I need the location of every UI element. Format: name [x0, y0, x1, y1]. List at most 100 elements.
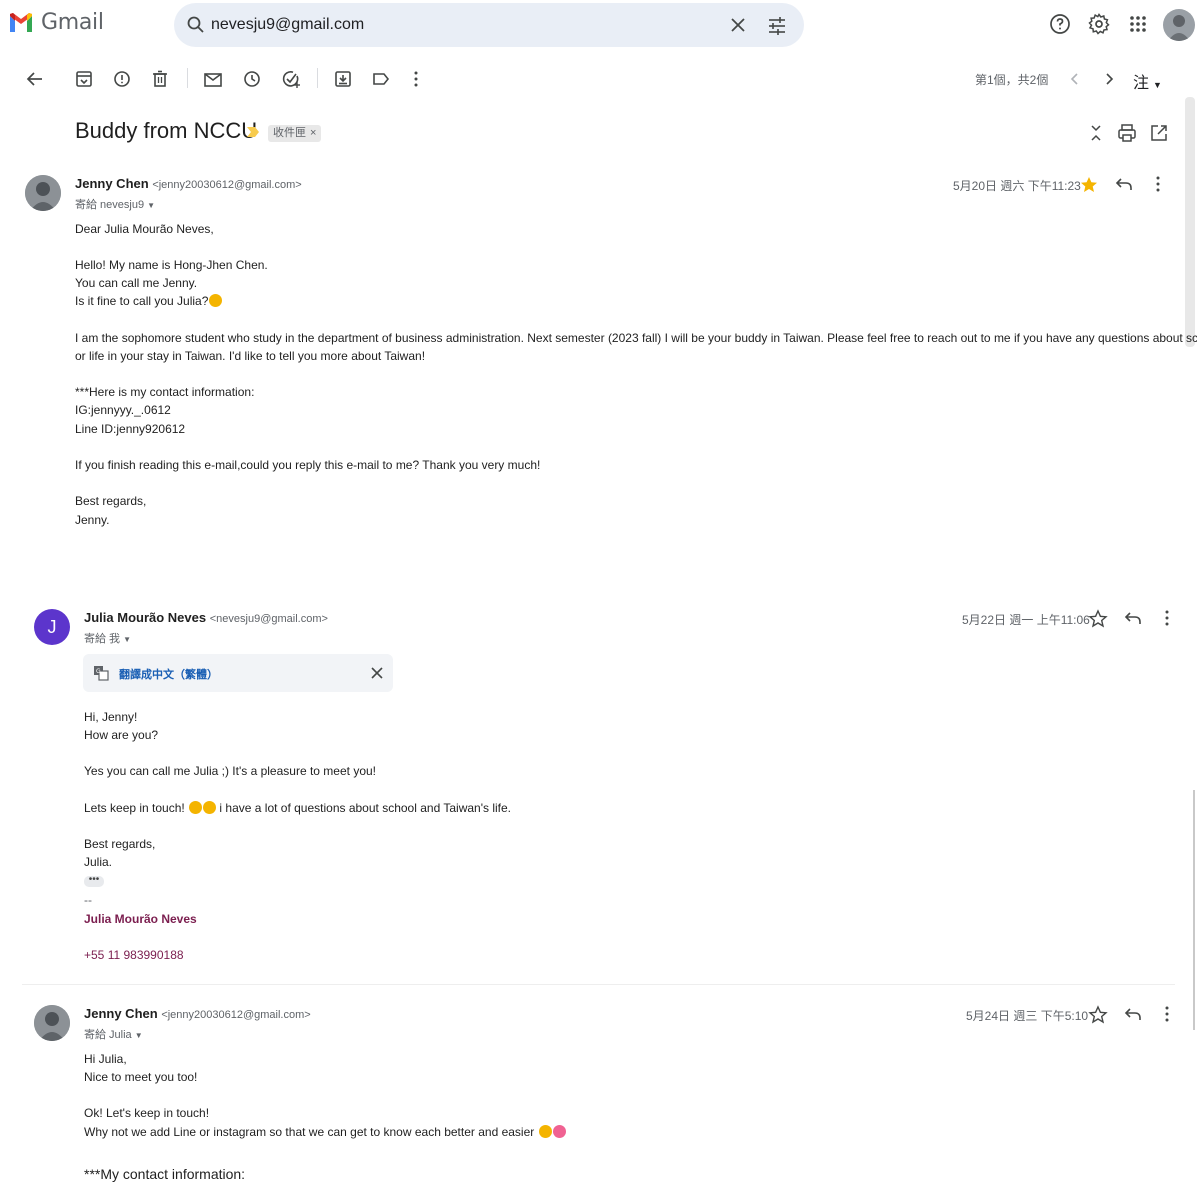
sender-avatar[interactable] — [25, 175, 61, 211]
remove-label-icon[interactable]: × — [310, 127, 316, 139]
more-vertical-icon[interactable] — [1157, 608, 1177, 628]
body-line: Dear Julia Mourão Neves, — [75, 222, 214, 236]
reply-icon[interactable] — [1114, 174, 1134, 194]
more-vertical-icon[interactable] — [405, 68, 427, 90]
help-icon[interactable] — [1048, 12, 1072, 36]
recipient-line[interactable]: 寄給 nevesju9 ▼ — [75, 196, 155, 212]
recipient-line[interactable]: 寄給 我 ▼ — [84, 630, 131, 646]
close-icon[interactable] — [369, 665, 385, 681]
back-arrow-icon[interactable] — [24, 68, 46, 90]
body-line: Hello! My name is Hong-Jhen Chen. — [75, 258, 268, 272]
message-divider — [22, 984, 1175, 985]
body-line: Hi Julia, — [84, 1052, 127, 1066]
body-line: ***Here is my contact information: — [75, 385, 255, 399]
top-bar: Gmail — [0, 0, 1197, 52]
account-avatar[interactable] — [1163, 9, 1195, 41]
star-outline-icon[interactable] — [1088, 609, 1108, 629]
body-line: Line ID:jenny920612 — [75, 422, 186, 436]
body-text: Is it fine to call you Julia? — [75, 294, 209, 308]
delete-icon[interactable] — [149, 68, 171, 90]
account-photo-icon — [1163, 9, 1195, 41]
body-line: Jenny. — [75, 513, 110, 527]
body-line-with-emoji: Is it fine to call you Julia? — [75, 294, 223, 308]
star-outline-icon[interactable] — [1088, 1005, 1108, 1025]
open-in-new-window-icon[interactable] — [1148, 122, 1170, 144]
body-line: or life in your stay in Taiwan. I'd like… — [75, 349, 426, 363]
body-line: Ok! Let's keep in touch! — [84, 1106, 210, 1120]
search-options-icon[interactable] — [766, 15, 788, 37]
body-line: Nice to meet you too! — [84, 1070, 198, 1084]
sender-name[interactable]: Julia Mourão Neves — [84, 610, 206, 625]
search-icon[interactable] — [186, 15, 206, 35]
recipient-text: 寄給 Julia — [84, 1029, 132, 1041]
more-vertical-icon[interactable] — [1148, 174, 1168, 194]
apps-grid-icon[interactable] — [1126, 12, 1150, 36]
smile-emoji-icon — [189, 801, 203, 814]
body-line: Yes you can call me Julia ;) It's a plea… — [84, 764, 376, 778]
sender-avatar[interactable] — [34, 1005, 70, 1041]
caret-down-icon: ▼ — [1153, 80, 1162, 90]
reply-icon[interactable] — [1123, 1004, 1143, 1024]
translate-link[interactable]: 翻譯成中文（繁體） — [119, 666, 218, 682]
avatar-initial: J — [47, 617, 57, 637]
search-bar[interactable] — [174, 3, 804, 47]
recipient-line[interactable]: 寄給 Julia ▼ — [84, 1026, 143, 1042]
sender-name[interactable]: Jenny Chen — [75, 176, 149, 191]
message-date: 5月20日 週六 下午11:23 — [953, 179, 1081, 193]
snooze-clock-icon[interactable] — [241, 68, 263, 90]
smile-emoji-icon — [538, 1125, 552, 1138]
body-text: i have a lot of questions about school a… — [219, 801, 512, 815]
body-line-with-emoji: Why not we add Line or instagram so that… — [84, 1125, 566, 1139]
smile-emoji-icon — [203, 801, 217, 814]
archive-icon[interactable] — [73, 68, 95, 90]
recipient-text: 寄給 nevesju9 — [75, 199, 145, 211]
app-name: Gmail — [41, 10, 104, 35]
sender-photo-icon — [34, 1005, 70, 1041]
scrollbar[interactable] — [1185, 97, 1195, 347]
sender-line: Jenny Chen <jenny20030612@gmail.com> — [75, 176, 302, 191]
settings-gear-icon[interactable] — [1087, 12, 1111, 36]
body-line: How are you? — [84, 728, 159, 742]
mark-unread-icon[interactable] — [202, 68, 224, 90]
add-task-icon[interactable] — [280, 68, 302, 90]
show-trimmed-content-button[interactable]: ••• — [84, 875, 104, 887]
search-input[interactable] — [211, 13, 711, 37]
clear-search-icon[interactable] — [728, 15, 748, 35]
recipient-details-caret-icon[interactable]: ▼ — [147, 201, 155, 210]
recipient-text: 寄給 我 — [84, 633, 121, 645]
scrollbar-lower[interactable] — [1193, 790, 1195, 1030]
signature-phone[interactable]: +55 11 983990188 — [84, 948, 184, 962]
inbox-label-chip[interactable]: 收件匣 × — [268, 125, 322, 142]
body-line: Hi, Jenny! — [84, 710, 138, 724]
smile-emoji-icon — [209, 294, 223, 307]
message-toolbar: 第1個，共2個 注 ▼ — [0, 60, 1197, 96]
sender-email: <jenny20030612@gmail.com> — [161, 1009, 311, 1021]
reply-icon[interactable] — [1123, 608, 1143, 628]
gmail-logo[interactable]: Gmail — [8, 10, 104, 35]
sender-name[interactable]: Jenny Chen — [84, 1006, 158, 1021]
label-text: 收件匣 — [273, 127, 306, 139]
star-filled-icon[interactable] — [1079, 175, 1099, 195]
body-line-with-emoji: Lets keep in touch! i have a lot of ques… — [84, 801, 511, 815]
input-tools-button[interactable]: 注 ▼ — [1133, 69, 1162, 93]
chevron-left-icon[interactable] — [1064, 68, 1086, 90]
recipient-details-caret-icon[interactable]: ▼ — [135, 1031, 143, 1040]
signature-name: Julia Mourão Neves — [84, 912, 197, 926]
collapse-all-icon[interactable] — [1085, 122, 1107, 144]
importance-marker-icon[interactable] — [246, 126, 260, 138]
body-text: Why not we add Line or instagram so that… — [84, 1125, 535, 1139]
sender-avatar[interactable]: J — [34, 609, 70, 645]
report-spam-icon[interactable] — [111, 68, 133, 90]
translate-icon: G — [94, 666, 109, 681]
chevron-right-icon[interactable] — [1098, 68, 1120, 90]
move-to-icon[interactable] — [332, 68, 354, 90]
body-line: ***My contact information: — [84, 1166, 246, 1182]
input-tools-label: 注 — [1133, 75, 1150, 92]
label-tag-icon[interactable] — [370, 68, 392, 90]
message-date: 5月24日 週三 下午5:10 — [966, 1009, 1089, 1023]
more-vertical-icon[interactable] — [1157, 1004, 1177, 1024]
print-icon[interactable] — [1116, 122, 1138, 144]
body-line: Best regards, — [75, 494, 147, 508]
pager-count: 第1個，共2個 — [975, 73, 1049, 87]
recipient-details-caret-icon[interactable]: ▼ — [123, 635, 131, 644]
